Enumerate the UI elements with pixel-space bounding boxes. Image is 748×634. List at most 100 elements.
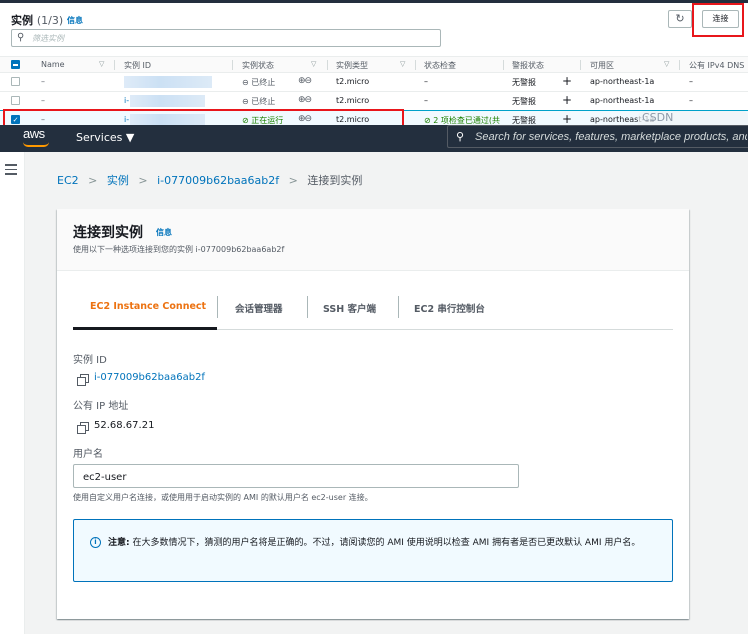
cell-status-check: –	[424, 77, 428, 86]
services-menu[interactable]: Services ▼	[76, 131, 134, 144]
instances-count: (1/3)	[36, 14, 64, 27]
tab-ssh-client[interactable]: SSH 客户端	[323, 301, 376, 315]
sort-icon[interactable]: ▽	[400, 60, 405, 68]
cell-dns: –	[689, 96, 693, 105]
terminated-icon: ⊖	[242, 78, 249, 87]
column-divider	[232, 60, 233, 70]
breadcrumb-instance-id[interactable]: i-077009b62baa6ab2f	[157, 174, 279, 187]
hamburger-menu-icon[interactable]	[5, 164, 17, 178]
add-alarm-icon[interactable]: +	[562, 93, 572, 107]
state-text: 已终止	[251, 97, 276, 106]
tab-divider	[307, 296, 308, 318]
copy-icon[interactable]	[77, 422, 89, 434]
breadcrumb: EC2 > 实例 > i-077009b62baa6ab2f > 连接到实例	[57, 172, 362, 188]
cell-type: t2.micro	[336, 115, 370, 124]
state-text: 已终止	[251, 78, 276, 87]
column-header-name[interactable]: Name	[41, 60, 65, 69]
instances-info-link[interactable]: 信息	[67, 15, 83, 26]
global-search-field[interactable]: ⚲	[447, 125, 748, 148]
instance-id-label: 实例 ID	[73, 355, 107, 366]
cell-type: t2.micro	[336, 96, 370, 105]
cell-name: –	[41, 96, 45, 105]
aws-logo[interactable]: aws	[23, 126, 45, 141]
breadcrumb-instances[interactable]: 实例	[107, 174, 129, 187]
instances-panel: 实例 (1/3) 信息 ↻ 连接 ⚲ Name ▽ 实例 ID 实例状态 ▽ 实…	[0, 3, 748, 137]
column-header-instance-id[interactable]: 实例 ID	[124, 60, 151, 71]
column-header-type[interactable]: 实例类型	[336, 60, 368, 71]
zoom-in-out-icon[interactable]: ⊕⊖	[298, 114, 312, 124]
refresh-icon: ↻	[675, 13, 685, 25]
instance-id-value[interactable]: i-077009b62baa6ab2f	[94, 372, 205, 383]
alert-text: 注意: 在大多数情况下，猜测的用户名将是正确的。不过，请阅读您的 AMI 使用说…	[108, 535, 663, 551]
info-link[interactable]: 信息	[156, 227, 172, 238]
column-header-alarm[interactable]: 警报状态	[512, 60, 544, 71]
row-checkbox[interactable]	[11, 77, 20, 86]
add-alarm-icon[interactable]: +	[562, 74, 572, 88]
cell-type: t2.micro	[336, 77, 370, 86]
tab-ec2-instance-connect[interactable]: EC2 Instance Connect	[90, 301, 206, 312]
column-divider	[580, 60, 581, 70]
breadcrumb-chevron-icon: >	[288, 174, 298, 187]
alert-prefix: 注意:	[108, 538, 130, 548]
cell-state: ⊖ 已终止	[242, 96, 275, 107]
column-divider	[679, 60, 680, 70]
connect-button[interactable]: 连接	[702, 10, 739, 28]
sort-icon[interactable]: ▽	[99, 60, 104, 68]
instances-title-text: 实例	[11, 14, 33, 27]
column-header-az[interactable]: 可用区	[590, 60, 614, 71]
card-description: 使用以下一种选项连接到您的实例 i-077009b62baa6ab2f	[73, 245, 285, 254]
filter-instances-field[interactable]: ⚲	[11, 29, 441, 47]
state-text: 正在运行	[251, 116, 284, 125]
cell-instance-id[interactable]: i-	[124, 115, 129, 124]
cell-alarm: 无警报	[512, 78, 536, 87]
table-row[interactable]: – ⊖ 已终止 ⊕⊖ t2.micro – 无警报 + ap-northeast…	[0, 73, 748, 92]
check-passed-icon: ⊘	[424, 116, 431, 125]
column-divider	[114, 60, 115, 70]
row-checkbox-checked[interactable]: ✓	[11, 115, 20, 124]
cell-instance-id[interactable]: i-	[124, 96, 129, 105]
cell-name: –	[41, 77, 45, 86]
side-nav-rail	[0, 152, 25, 634]
username-label: 用户名	[73, 449, 103, 460]
aws-top-nav: aws Services ▼ ⚲	[0, 125, 748, 152]
select-all-checkbox[interactable]	[11, 60, 20, 69]
search-icon: ⚲	[456, 130, 465, 143]
active-tab-indicator	[73, 327, 217, 330]
add-alarm-icon[interactable]: +	[562, 112, 572, 126]
redacted-instance-id	[124, 76, 212, 88]
table-row[interactable]: – i- ⊖ 已终止 ⊕⊖ t2.micro – 无警报 + ap-northe…	[0, 92, 748, 111]
redacted-instance-id	[130, 95, 205, 107]
sort-icon[interactable]: ▽	[311, 60, 316, 68]
copy-icon[interactable]	[77, 374, 89, 386]
column-header-state[interactable]: 实例状态	[242, 60, 274, 71]
zoom-in-out-icon[interactable]: ⊕⊖	[298, 76, 312, 86]
refresh-button[interactable]: ↻	[668, 10, 692, 28]
public-ip-value: 52.68.67.21	[94, 420, 155, 431]
column-divider	[503, 60, 504, 70]
column-header-dns[interactable]: 公有 IPv4 DNS	[689, 60, 744, 71]
cell-az: ap-northeast-1a	[590, 77, 655, 86]
username-input[interactable]	[74, 466, 518, 489]
connect-method-tabs: EC2 Instance Connect 会话管理器 SSH 客户端 EC2 串…	[73, 292, 673, 330]
running-check-icon: ⊘	[242, 116, 249, 125]
breadcrumb-ec2[interactable]: EC2	[57, 174, 79, 187]
filter-instances-input[interactable]	[32, 31, 432, 45]
connect-to-instance-card: 连接到实例 信息 使用以下一种选项连接到您的实例 i-077009b62baa6…	[57, 209, 689, 619]
tab-session-manager[interactable]: 会话管理器	[235, 301, 283, 315]
sort-icon[interactable]: ▽	[664, 60, 669, 68]
global-search-input[interactable]	[475, 129, 747, 145]
cell-az: ap-northeast-1a	[590, 96, 655, 105]
zoom-in-out-icon[interactable]: ⊕⊖	[298, 95, 312, 105]
tab-ec2-serial-console[interactable]: EC2 串行控制台	[414, 301, 485, 315]
column-divider	[415, 60, 416, 70]
cell-state: ⊖ 已终止	[242, 77, 275, 88]
row-checkbox[interactable]	[11, 96, 20, 105]
page-title: 连接到实例	[73, 225, 143, 241]
breadcrumb-chevron-icon: >	[138, 174, 148, 187]
search-icon: ⚲	[17, 32, 25, 43]
cell-dns: –	[689, 77, 693, 86]
column-header-status-check[interactable]: 状态检查	[424, 60, 456, 71]
tab-divider	[217, 296, 218, 318]
username-field[interactable]	[73, 464, 519, 489]
cell-status-check: –	[424, 96, 428, 105]
